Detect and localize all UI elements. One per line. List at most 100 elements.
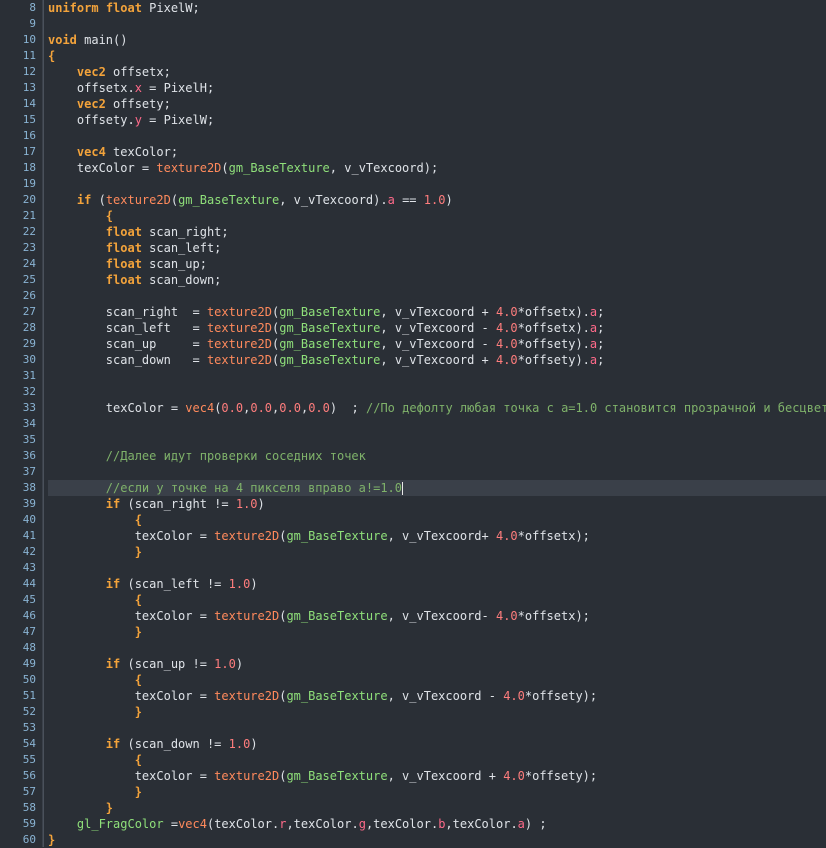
code-line[interactable]: 51 texColor = texture2D(gm_BaseTexture, … — [0, 688, 826, 704]
code-line-text[interactable]: if (scan_up != 1.0) — [48, 656, 826, 672]
code-line[interactable]: 17 vec4 texColor; — [0, 144, 826, 160]
code-line-text[interactable]: } — [48, 624, 826, 640]
code-line[interactable]: 24 float scan_up; — [0, 256, 826, 272]
code-line-text[interactable]: } — [48, 784, 826, 800]
code-line[interactable]: 60} — [0, 832, 826, 848]
code-line[interactable]: 25 float scan_down; — [0, 272, 826, 288]
code-line[interactable]: 22 float scan_right; — [0, 224, 826, 240]
code-line[interactable]: 56 texColor = texture2D(gm_BaseTexture, … — [0, 768, 826, 784]
code-line[interactable]: 21 { — [0, 208, 826, 224]
code-line-text[interactable]: gl_FragColor =vec4(texColor.r,texColor.g… — [48, 816, 826, 832]
code-line-text[interactable]: texColor = texture2D(gm_BaseTexture, v_v… — [48, 768, 826, 784]
code-line-text[interactable]: float scan_down; — [48, 272, 826, 288]
code-line[interactable]: 49 if (scan_up != 1.0) — [0, 656, 826, 672]
code-line[interactable]: 55 { — [0, 752, 826, 768]
code-line-text[interactable]: offsety.y = PixelW; — [48, 112, 826, 128]
code-line-text[interactable]: { — [48, 752, 826, 768]
code-line[interactable]: 34 — [0, 416, 826, 432]
code-line-text[interactable]: float scan_left; — [48, 240, 826, 256]
code-line[interactable]: 41 texColor = texture2D(gm_BaseTexture, … — [0, 528, 826, 544]
code-line-text[interactable]: offsetx.x = PixelH; — [48, 80, 826, 96]
code-line-text[interactable]: scan_right = texture2D(gm_BaseTexture, v… — [48, 304, 826, 320]
code-line[interactable]: 53 — [0, 720, 826, 736]
code-line-text[interactable]: texColor = texture2D(gm_BaseTexture, v_v… — [48, 608, 826, 624]
code-line[interactable]: 10 void main() — [0, 32, 826, 48]
code-line-text[interactable]: { — [48, 512, 826, 528]
code-line-text[interactable]: scan_up = texture2D(gm_BaseTexture, v_vT… — [48, 336, 826, 352]
code-line[interactable]: 44 if (scan_left != 1.0) — [0, 576, 826, 592]
code-line[interactable]: 32 — [0, 384, 826, 400]
code-line[interactable]: 9 — [0, 16, 826, 32]
code-area[interactable]: 8 uniform float PixelW; 9 10 void main() 11 {1… — [0, 0, 826, 848]
code-line-text[interactable]: texColor = vec4(0.0,0.0,0.0,0.0) ; //По … — [48, 400, 826, 416]
code-line[interactable]: 48 — [0, 640, 826, 656]
code-editor[interactable]: 8 uniform float PixelW; 9 10 void main() 11 {1… — [0, 0, 826, 847]
code-line-text[interactable]: void main() — [48, 32, 826, 48]
code-line[interactable]: 45 { — [0, 592, 826, 608]
code-line-text[interactable]: //Далее идут проверки соседних точек — [48, 448, 826, 464]
code-line[interactable]: 27 scan_right = texture2D(gm_BaseTexture… — [0, 304, 826, 320]
code-line-text[interactable]: } — [48, 800, 826, 816]
code-line-text[interactable]: { — [48, 48, 826, 64]
code-line[interactable]: 11 { — [0, 48, 826, 64]
code-line[interactable]: 54 if (scan_down != 1.0) — [0, 736, 826, 752]
code-line[interactable]: 58 } — [0, 800, 826, 816]
code-line[interactable]: 50 { — [0, 672, 826, 688]
code-line[interactable]: 39 if (scan_right != 1.0) — [0, 496, 826, 512]
code-line[interactable]: 28 scan_left = texture2D(gm_BaseTexture,… — [0, 320, 826, 336]
code-line[interactable]: 46 texColor = texture2D(gm_BaseTexture, … — [0, 608, 826, 624]
code-line-text[interactable]: } — [48, 704, 826, 720]
code-line[interactable]: 8 uniform float PixelW; — [0, 0, 826, 16]
code-line[interactable]: 26 — [0, 288, 826, 304]
code-line[interactable]: 42 } — [0, 544, 826, 560]
code-line-text[interactable]: { — [48, 592, 826, 608]
code-line-text[interactable]: scan_left = texture2D(gm_BaseTexture, v_… — [48, 320, 826, 336]
code-line[interactable]: 20 if (texture2D(gm_BaseTexture, v_vTexc… — [0, 192, 826, 208]
code-line[interactable]: 36 //Далее идут проверки соседних точек — [0, 448, 826, 464]
code-line-text[interactable]: if (scan_right != 1.0) — [48, 496, 826, 512]
code-line[interactable]: 40 { — [0, 512, 826, 528]
code-token: uniform — [48, 1, 99, 15]
code-line-text[interactable]: { — [48, 672, 826, 688]
code-line[interactable]: 37 — [0, 464, 826, 480]
code-line-text[interactable]: if (scan_down != 1.0) — [48, 736, 826, 752]
code-line[interactable]: 57 } — [0, 784, 826, 800]
code-line-text[interactable]: texColor = texture2D(gm_BaseTexture, v_v… — [48, 688, 826, 704]
code-line[interactable]: 47 } — [0, 624, 826, 640]
code-line[interactable]: 13 offsetx.x = PixelH; — [0, 80, 826, 96]
code-line[interactable]: 35 — [0, 432, 826, 448]
code-line-text[interactable]: //если у точке на 4 пикселя вправо a!=1.… — [48, 480, 826, 496]
code-line-text[interactable]: if (texture2D(gm_BaseTexture, v_vTexcoor… — [48, 192, 826, 208]
code-token: offsety. — [48, 113, 135, 127]
code-line-text[interactable]: texColor = texture2D(gm_BaseTexture, v_v… — [48, 528, 826, 544]
code-token: , v_vTexcoord); — [329, 161, 439, 175]
code-line-text[interactable]: uniform float PixelW; — [48, 0, 826, 16]
code-line[interactable]: 16 — [0, 128, 826, 144]
code-line-text[interactable]: float scan_right; — [48, 224, 826, 240]
code-line[interactable]: 12 vec2 offsetx; — [0, 64, 826, 80]
code-line-text[interactable]: vec2 offsetx; — [48, 64, 826, 80]
code-line[interactable]: 33 texColor = vec4(0.0,0.0,0.0,0.0) ; //… — [0, 400, 826, 416]
code-line[interactable]: 18 texColor = texture2D(gm_BaseTexture, … — [0, 160, 826, 176]
code-line[interactable]: 30 scan_down = texture2D(gm_BaseTexture,… — [0, 352, 826, 368]
code-line[interactable]: 43 — [0, 560, 826, 576]
code-line-text[interactable]: { — [48, 208, 826, 224]
code-line[interactable]: 19 — [0, 176, 826, 192]
code-line[interactable]: 15 offsety.y = PixelW; — [0, 112, 826, 128]
code-line[interactable]: 59 gl_FragColor =vec4(texColor.r,texColo… — [0, 816, 826, 832]
code-token: ) — [235, 657, 244, 671]
code-line-text[interactable]: } — [48, 832, 826, 848]
code-line-text[interactable]: float scan_up; — [48, 256, 826, 272]
code-line[interactable]: 31 — [0, 368, 826, 384]
code-line-text[interactable]: scan_down = texture2D(gm_BaseTexture, v_… — [48, 352, 826, 368]
code-line[interactable]: 14 vec2 offsety; — [0, 96, 826, 112]
code-line-text[interactable]: } — [48, 544, 826, 560]
code-line[interactable]: 23 float scan_left; — [0, 240, 826, 256]
code-line-text[interactable]: if (scan_left != 1.0) — [48, 576, 826, 592]
code-line[interactable]: 52 } — [0, 704, 826, 720]
code-line[interactable]: 29 scan_up = texture2D(gm_BaseTexture, v… — [0, 336, 826, 352]
code-line-text[interactable]: vec4 texColor; — [48, 144, 826, 160]
code-line-text[interactable]: texColor = texture2D(gm_BaseTexture, v_v… — [48, 160, 826, 176]
code-line-text[interactable]: vec2 offsety; — [48, 96, 826, 112]
code-line[interactable]: 38 //если у точке на 4 пикселя вправо a!… — [0, 480, 826, 496]
